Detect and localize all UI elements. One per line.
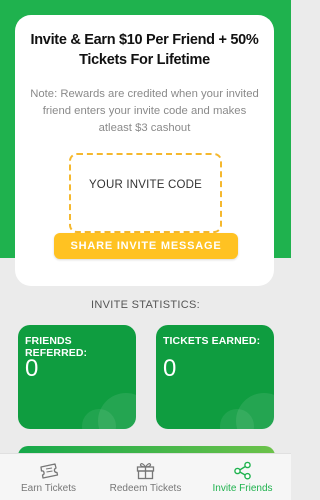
invite-title: Invite & Earn $10 Per Friend + 50% Ticke… <box>30 32 259 68</box>
nav-label: Invite Friends <box>212 483 273 494</box>
nav-label: Earn Tickets <box>20 483 77 494</box>
invite-code-placeholder: YOUR INVITE CODE <box>88 179 203 191</box>
bottom-navigation: Earn Tickets Redeem Tickets Invite Frien… <box>0 453 291 500</box>
stats-heading: INVITE STATISTICS: <box>91 299 200 311</box>
share-icon <box>232 461 253 480</box>
invite-note: Note: Rewards are credited when your inv… <box>30 88 259 134</box>
nav-invite-friends[interactable]: Invite Friends <box>194 454 291 500</box>
nav-redeem-tickets[interactable]: Redeem Tickets <box>97 454 194 500</box>
friends-referred-value: 0 <box>25 355 39 382</box>
share-invite-button[interactable]: SHARE INVITE MESSAGE <box>54 233 238 259</box>
gift-icon <box>135 461 156 480</box>
invite-card: Invite & Earn $10 Per Friend + 50% Ticke… <box>15 15 274 286</box>
tickets-earned-card: TICKETS EARNED: 0 <box>156 325 274 429</box>
nav-label: Redeem Tickets <box>109 483 182 494</box>
ticket-icon <box>38 461 59 480</box>
nav-earn-tickets[interactable]: Earn Tickets <box>0 454 97 500</box>
invite-code-field[interactable]: YOUR INVITE CODE <box>69 153 222 233</box>
friends-referred-label: FRIENDS REFERRED: <box>25 335 88 359</box>
tickets-earned-label: TICKETS EARNED: <box>163 335 261 347</box>
tickets-earned-value: 0 <box>163 355 177 382</box>
friends-referred-card: FRIENDS REFERRED: 0 <box>18 325 136 429</box>
